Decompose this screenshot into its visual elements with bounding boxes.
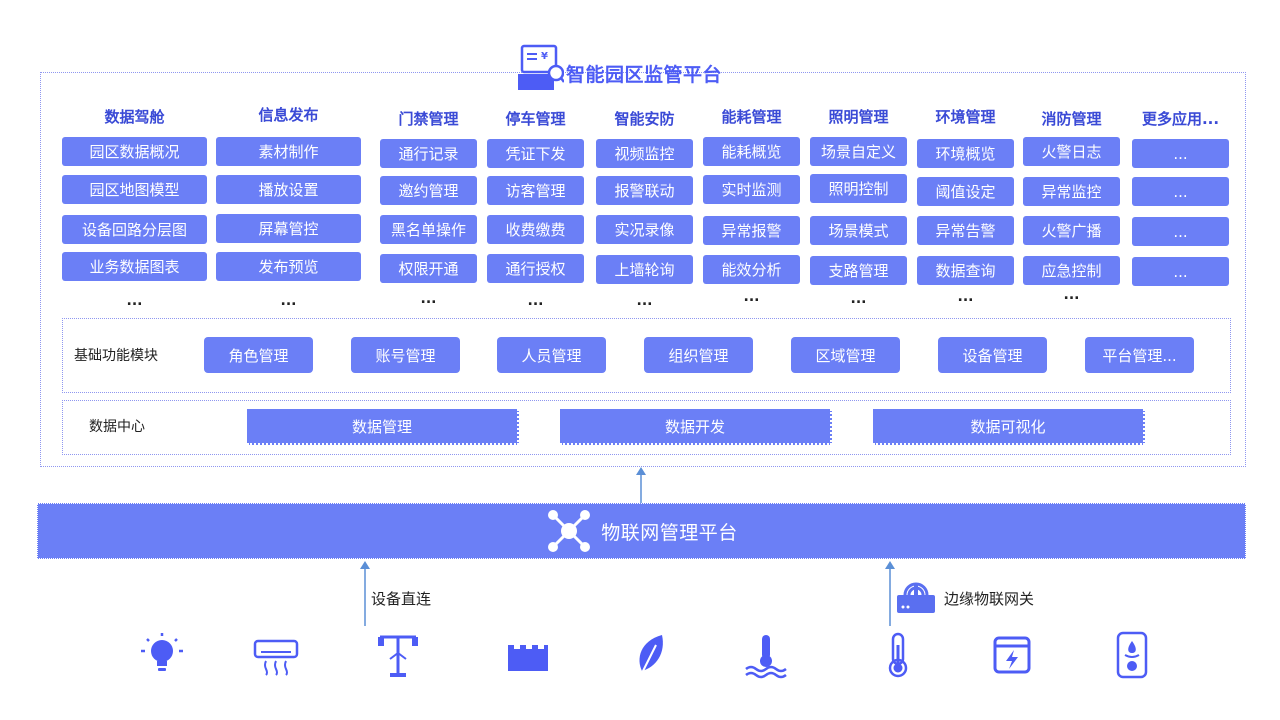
app-item-button[interactable]: ...: [1132, 139, 1229, 168]
more-ellipsis: ...: [957, 289, 974, 305]
app-item-button[interactable]: 通行记录: [380, 139, 477, 168]
app-item-button[interactable]: 园区数据概况: [62, 137, 207, 166]
app-item-button[interactable]: 能效分析: [703, 255, 800, 284]
light-bulb-icon: [141, 633, 183, 671]
app-item-button[interactable]: ...: [1132, 217, 1229, 246]
app-item-button[interactable]: 权限开通: [380, 254, 477, 283]
iot-platform-bar: 物联网管理平台: [37, 503, 1246, 559]
app-item-button[interactable]: 通行授权: [487, 254, 584, 283]
more-ellipsis: ...: [126, 293, 143, 309]
monitor-platform-icon: ¥: [518, 44, 564, 90]
base-module-button[interactable]: 平台管理...: [1085, 337, 1194, 373]
more-ellipsis: ...: [527, 293, 544, 309]
app-item-button[interactable]: 播放设置: [216, 175, 361, 204]
app-item-button[interactable]: 屏幕管控: [216, 214, 361, 243]
column-header: 消防管理: [1041, 110, 1102, 128]
base-module-button[interactable]: 设备管理: [938, 337, 1047, 373]
app-item-button[interactable]: 应急控制: [1023, 256, 1120, 285]
edge-gateway-icon: [897, 582, 935, 613]
app-item-button[interactable]: 访客管理: [487, 176, 584, 205]
electric-cabinet-icon: [993, 636, 1031, 674]
water-temperature-icon: [745, 635, 787, 679]
column-header: 更多应用...: [1141, 110, 1220, 128]
base-module-label: 基础功能模块: [74, 348, 158, 364]
app-item-button[interactable]: 照明控制: [810, 174, 907, 203]
app-item-button[interactable]: 素材制作: [216, 137, 361, 166]
column-header: 环境管理: [935, 108, 996, 126]
app-item-button[interactable]: 环境概览: [917, 139, 1014, 168]
app-item-button[interactable]: 邀约管理: [380, 176, 477, 205]
more-ellipsis: ...: [850, 291, 867, 307]
app-item-button[interactable]: 阈值设定: [917, 177, 1014, 206]
app-item-button[interactable]: 火警日志: [1023, 137, 1120, 166]
street-lamp-icon: [378, 635, 418, 677]
column-header: 照明管理: [828, 108, 889, 126]
app-item-button[interactable]: 数据查询: [917, 256, 1014, 285]
data-center-button[interactable]: 数据管理: [247, 409, 519, 445]
data-center-label: 数据中心: [89, 419, 145, 435]
base-module-button[interactable]: 组织管理: [644, 337, 753, 373]
app-item-button[interactable]: 业务数据图表: [62, 252, 207, 281]
base-module-button[interactable]: 区域管理: [791, 337, 900, 373]
app-item-button[interactable]: 报警联动: [596, 176, 693, 205]
app-item-button[interactable]: 凭证下发: [487, 139, 584, 168]
more-ellipsis: ...: [1063, 287, 1080, 303]
leaf-icon: [639, 635, 663, 678]
column-header: 停车管理: [505, 110, 566, 128]
column-header: 智能安防: [614, 110, 675, 128]
gas-detector-icon: [1116, 631, 1148, 679]
app-item-button[interactable]: 收费缴费: [487, 215, 584, 244]
arrow-up-icon: [636, 467, 646, 504]
app-item-button[interactable]: 能耗概览: [703, 137, 800, 166]
app-item-button[interactable]: 火警广播: [1023, 216, 1120, 245]
app-item-button[interactable]: 异常告警: [917, 216, 1014, 245]
more-ellipsis: ...: [743, 289, 760, 305]
network-hub-icon: [548, 510, 591, 552]
platform-title-group: ¥ 智能园区监管平台: [518, 40, 722, 90]
iot-platform-title: 物联网管理平台: [601, 521, 738, 544]
column-header: 门禁管理: [398, 110, 459, 128]
platform-title: 智能园区监管平台: [566, 64, 723, 86]
more-ellipsis: ...: [280, 293, 297, 309]
more-ellipsis: ...: [636, 293, 653, 309]
data-center-button[interactable]: 数据可视化: [873, 409, 1145, 445]
app-item-button[interactable]: 设备回路分层图: [62, 215, 207, 244]
app-item-button[interactable]: 实时监测: [703, 175, 800, 204]
app-item-button[interactable]: 园区地图模型: [62, 175, 207, 204]
gateway-label: 边缘物联网关: [944, 590, 1035, 608]
app-item-button[interactable]: ...: [1132, 257, 1229, 286]
column-header: 数据驾舱: [104, 108, 165, 126]
base-module-button[interactable]: 角色管理: [204, 337, 313, 373]
base-module-button[interactable]: 账号管理: [351, 337, 460, 373]
app-item-button[interactable]: 场景模式: [810, 216, 907, 245]
app-item-button[interactable]: 上墙轮询: [596, 255, 693, 284]
column-header: 能耗管理: [721, 108, 782, 126]
building-icon: [508, 645, 548, 671]
app-item-button[interactable]: 支路管理: [810, 256, 907, 285]
app-item-button[interactable]: 异常监控: [1023, 177, 1120, 206]
air-conditioner-icon: [253, 639, 299, 676]
app-item-button[interactable]: 场景自定义: [810, 137, 907, 166]
svg-text:¥: ¥: [541, 51, 548, 62]
direct-connect-label: 设备直连: [371, 590, 432, 608]
app-item-button[interactable]: 异常报警: [703, 216, 800, 245]
more-ellipsis: ...: [420, 291, 437, 307]
base-module-button[interactable]: 人员管理: [497, 337, 606, 373]
data-center-button[interactable]: 数据开发: [560, 409, 832, 445]
app-item-button[interactable]: 发布预览: [216, 252, 361, 281]
app-item-button[interactable]: ...: [1132, 177, 1229, 206]
thermometer-icon: [888, 632, 908, 678]
app-item-button[interactable]: 视频监控: [596, 139, 693, 168]
app-item-button[interactable]: 黑名单操作: [380, 215, 477, 244]
gateway-connect-arrow-icon: [885, 561, 895, 626]
app-item-button[interactable]: 实况录像: [596, 215, 693, 244]
column-header: 信息发布: [258, 106, 319, 124]
direct-connect-arrow-icon: [360, 561, 370, 626]
